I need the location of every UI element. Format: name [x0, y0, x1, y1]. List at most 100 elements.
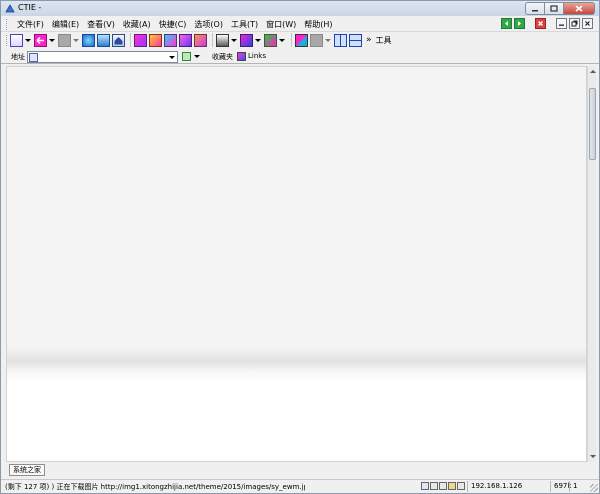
print-button[interactable] [194, 33, 207, 47]
layout-button[interactable] [295, 33, 308, 47]
tools-toolbar-label[interactable]: 工具 [376, 35, 392, 46]
address-field[interactable] [27, 51, 178, 63]
address-label: 地址 [11, 53, 25, 61]
security-icon[interactable] [421, 482, 429, 490]
mdi-controls [501, 18, 593, 29]
minimize-button[interactable] [525, 2, 544, 15]
menu-tools[interactable]: 工具(T) [227, 18, 262, 31]
toolbar-separator [212, 33, 213, 47]
image-dropdown[interactable] [231, 34, 237, 47]
arrow-left-icon [36, 36, 44, 44]
refresh-button[interactable] [97, 33, 110, 47]
menu-options[interactable]: 选项(O) [190, 18, 227, 31]
script-toggle-icon[interactable] [439, 482, 447, 490]
links-icon[interactable] [237, 52, 246, 61]
status-bar: (剩下 127 项) ) 正在下载图片 http://img1.xitongzh… [1, 479, 599, 493]
favorites-bar-label: 收藏夹 [212, 53, 233, 61]
split-horizontal-button[interactable] [349, 33, 362, 47]
mdi-close-button[interactable] [582, 18, 593, 29]
menu-file[interactable]: 文件(F) [13, 18, 48, 31]
proxy-dropdown[interactable] [325, 34, 331, 47]
mdi-next-button[interactable] [514, 18, 525, 29]
tab-strip: 系统之家 [1, 463, 599, 478]
page-lower-area [7, 383, 586, 461]
menubar-grip[interactable] [6, 19, 9, 30]
maximize-icon [550, 5, 558, 12]
home-button[interactable] [112, 33, 125, 47]
image-toggle-icon[interactable] [430, 482, 438, 490]
status-size: 697k [550, 481, 571, 492]
page-content-area[interactable] [6, 66, 587, 462]
minimize-icon [532, 9, 538, 11]
menu-window[interactable]: 窗口(W) [262, 18, 300, 31]
address-bar: 地址 收藏夹 Links [1, 50, 599, 64]
title-bar: CTIE - [1, 1, 599, 16]
close-button[interactable] [563, 2, 595, 15]
close-icon [575, 5, 583, 12]
home-icon [114, 36, 123, 44]
new-window-dropdown[interactable] [25, 34, 31, 47]
forward-button[interactable] [58, 33, 71, 47]
menu-help[interactable]: 帮助(H) [300, 18, 336, 31]
image-button[interactable] [216, 33, 229, 47]
back-button[interactable] [34, 33, 47, 47]
go-button[interactable] [182, 52, 191, 61]
history-button[interactable] [164, 33, 177, 47]
toolbar-grip[interactable] [6, 35, 9, 46]
go-dropdown[interactable] [194, 52, 200, 61]
popup-dropdown[interactable] [279, 34, 285, 47]
address-input[interactable] [40, 52, 168, 62]
search-button[interactable] [134, 33, 147, 47]
vertical-scrollbar[interactable] [587, 66, 596, 462]
page-gradient-band [7, 347, 586, 383]
app-icon [5, 4, 15, 13]
browser-window: CTIE - 文件(F) 编辑(E) 查看(V) 收藏(A) 快捷(C) 选项(… [0, 0, 600, 494]
mdi-restore-button[interactable] [569, 18, 580, 29]
mdi-prev-button[interactable] [501, 18, 512, 29]
close-icon [585, 21, 590, 26]
script-dropdown[interactable] [255, 34, 261, 47]
arrow-right-icon [518, 21, 521, 26]
maximize-button[interactable] [544, 2, 563, 15]
proxy-button[interactable] [310, 33, 323, 47]
scroll-thumb[interactable] [589, 88, 596, 160]
script-button[interactable] [240, 33, 253, 47]
stop-button[interactable] [82, 33, 95, 47]
scroll-down-button[interactable] [588, 452, 597, 461]
toolbar-buttons: » 工具 [10, 33, 392, 47]
menu-view[interactable]: 查看(V) [83, 18, 119, 31]
window-controls [525, 2, 595, 15]
download-icon[interactable] [457, 482, 465, 490]
restore-icon [571, 20, 578, 27]
new-window-button[interactable] [10, 33, 23, 47]
minimize-icon [559, 24, 564, 26]
scroll-up-button[interactable] [588, 67, 597, 76]
menu-edit[interactable]: 编辑(E) [48, 18, 83, 31]
tab-xitongzhijia[interactable]: 系统之家 [9, 464, 45, 476]
back-dropdown[interactable] [49, 34, 55, 47]
toolbar-separator [130, 33, 131, 47]
status-text: (剩下 127 项) ) 正在下载图片 http://img1.xitongzh… [5, 483, 305, 491]
resize-grip[interactable] [590, 484, 598, 492]
menu-shortcuts[interactable]: 快捷(C) [155, 18, 191, 31]
arrow-left-icon [505, 21, 508, 26]
window-title: CTIE - [18, 3, 42, 12]
popup-button[interactable] [264, 33, 277, 47]
mdi-stop-button[interactable] [535, 18, 546, 29]
favorites-button[interactable] [149, 33, 162, 47]
status-icons [421, 482, 465, 490]
menu-items: 文件(F) 编辑(E) 查看(V) 收藏(A) 快捷(C) 选项(O) 工具(T… [13, 18, 337, 31]
mdi-minimize-button[interactable] [556, 18, 567, 29]
main-toolbar: » 工具 [1, 32, 599, 50]
status-count: 1 [569, 481, 589, 492]
links-button[interactable]: Links [248, 52, 266, 60]
toolbar-overflow-button[interactable]: » [366, 35, 372, 45]
split-vertical-button[interactable] [334, 33, 347, 47]
address-dropdown-button[interactable] [167, 53, 176, 62]
forward-dropdown[interactable] [73, 34, 79, 47]
toolbar-separator [291, 33, 292, 47]
page-icon [29, 53, 38, 62]
mail-button[interactable] [179, 33, 192, 47]
menu-favorites[interactable]: 收藏(A) [119, 18, 155, 31]
popup-toggle-icon[interactable] [448, 482, 456, 490]
